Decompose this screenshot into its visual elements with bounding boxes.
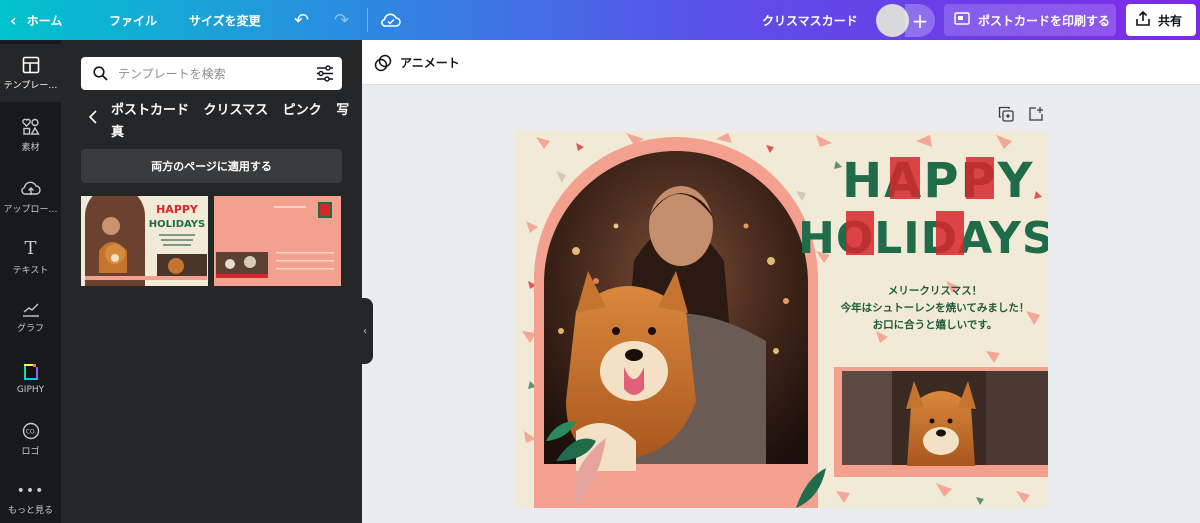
search-icon: [93, 66, 108, 81]
search-input[interactable]: [118, 66, 308, 81]
rail-item-uploads[interactable]: アップロー…: [0, 168, 61, 226]
rail-item-more[interactable]: ••• もっと見る: [0, 470, 61, 523]
rail-item-logo[interactable]: CO. ロゴ: [0, 410, 61, 468]
elements-icon: [21, 118, 40, 135]
more-icon: •••: [16, 482, 45, 499]
filter-icon[interactable]: [316, 65, 334, 82]
top-toolbar: ‹ ホーム ファイル サイズを変更 ↶ ↷ クリスマスカード + ポストカードを…: [0, 0, 1200, 40]
card-headline-holidays: HOLIDAYS: [798, 213, 1048, 264]
divider: [367, 8, 368, 32]
template-icon: [22, 56, 39, 73]
template-thumbnail-back[interactable]: [214, 196, 341, 286]
breadcrumb-text: ポストカード クリスマス ピンク 写真: [111, 103, 350, 140]
share-button[interactable]: 共有: [1126, 4, 1196, 36]
rail-label: GIPHY: [16, 385, 45, 395]
rail-item-templates[interactable]: テンプレー…: [0, 44, 61, 102]
animate-label: アニメート: [400, 56, 460, 70]
cloud-save-icon[interactable]: [380, 0, 402, 40]
print-label: ポストカードを印刷する: [978, 13, 1111, 28]
animate-button[interactable]: アニメート: [374, 40, 460, 85]
logo-icon: CO.: [22, 422, 39, 439]
apply-both-pages-button[interactable]: 両方のページに適用する: [81, 149, 342, 183]
giphy-icon: [23, 364, 38, 380]
rail-label: ロゴ: [21, 446, 40, 457]
design-title[interactable]: クリスマスカード: [762, 0, 858, 40]
card-headline-happy: HAPPY: [842, 153, 1034, 209]
svg-text:HAPPY: HAPPY: [156, 203, 199, 216]
rail-item-text[interactable]: T テキスト: [0, 228, 61, 286]
redo-icon[interactable]: ↷: [334, 0, 349, 40]
add-page-icon[interactable]: [1028, 106, 1044, 122]
share-icon: [1136, 10, 1150, 29]
rail-label: アップロー…: [3, 204, 58, 215]
rail-label: 素材: [21, 142, 40, 153]
greeting-line: お口に合うと嬉しいです。: [872, 319, 998, 331]
canvas-toolbar: アニメート: [362, 40, 1200, 85]
greeting-line: メリークリスマス！: [887, 285, 983, 297]
rail-item-elements[interactable]: 素材: [0, 106, 61, 164]
duplicate-page-icon[interactable]: [998, 106, 1014, 122]
share-label: 共有: [1158, 13, 1183, 28]
print-icon: [954, 12, 970, 28]
animate-icon: [374, 54, 392, 71]
print-postcard-button[interactable]: ポストカードを印刷する: [944, 4, 1116, 36]
svg-text:HOLIDAYS: HOLIDAYS: [149, 219, 206, 230]
rail-label: テンプレー…: [3, 80, 58, 91]
rail-item-charts[interactable]: グラフ: [0, 288, 61, 346]
rail-label: グラフ: [16, 323, 44, 334]
card-greeting: メリークリスマス！ 今年はシュトーレンを焼いてみました！ お口に合うと嬉しいです…: [822, 283, 1048, 334]
text-icon: T: [24, 238, 37, 259]
collapse-panel-handle[interactable]: ‹: [357, 298, 373, 364]
rail-label: テキスト: [12, 266, 49, 276]
greeting-line: 今年はシュトーレンを焼いてみました！: [840, 302, 1030, 314]
search-box[interactable]: [81, 57, 342, 90]
home-label: ホーム: [26, 13, 63, 28]
chart-icon: [22, 303, 39, 317]
file-menu[interactable]: ファイル: [109, 0, 157, 40]
svg-text:CO.: CO.: [25, 428, 36, 435]
template-thumbnail-front[interactable]: HAPPY HOLIDAYS: [81, 196, 208, 286]
home-button[interactable]: ‹ ホーム: [10, 0, 62, 40]
chevron-left-icon: ‹: [10, 10, 17, 30]
left-rail: テンプレー… 素材 アップロー… T テキスト グラフ GIPHY CO. ロゴ…: [0, 40, 61, 523]
upload-icon: [20, 181, 41, 195]
add-collaborator-button[interactable]: +: [905, 4, 935, 37]
template-panel: ポストカード クリスマス ピンク 写真 両方のページに適用する HAPPY HO…: [61, 40, 362, 523]
undo-icon[interactable]: ↶: [294, 0, 309, 40]
rail-item-giphy[interactable]: GIPHY: [0, 350, 61, 408]
rail-label: もっと見る: [7, 505, 53, 516]
resize-menu[interactable]: サイズを変更: [189, 0, 261, 40]
page-tools: [998, 106, 1044, 126]
back-chevron-icon[interactable]: [88, 110, 97, 132]
